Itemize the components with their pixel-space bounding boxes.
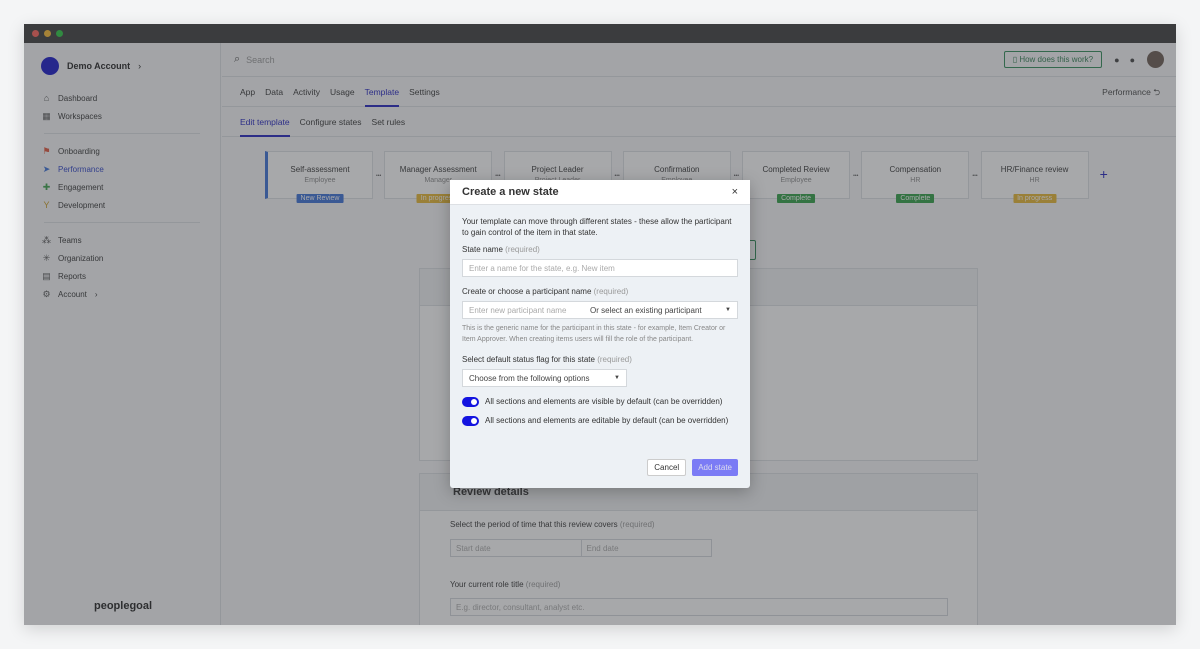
participant-hint: This is the generic name for the partici…: [462, 325, 726, 343]
participant-label: Create or choose a participant name: [462, 287, 592, 296]
required-tag: (required): [505, 245, 540, 254]
status-flag-label: Select default status flag for this stat…: [462, 355, 595, 364]
editable-toggle-label: All sections and elements are editable b…: [485, 416, 729, 425]
status-select-value: Choose from the following options: [469, 373, 590, 383]
state-name-label: State name: [462, 245, 503, 254]
cancel-button[interactable]: Cancel: [647, 459, 687, 476]
visible-toggle[interactable]: [462, 397, 479, 407]
close-icon[interactable]: ×: [732, 186, 738, 198]
participant-select[interactable]: Or select an existing participant: [590, 306, 702, 315]
caret-down-icon: ▼: [614, 375, 620, 381]
required-tag: (required): [597, 355, 632, 364]
dialog-intro: Your template can move through different…: [462, 217, 732, 237]
add-state-button[interactable]: Add state: [692, 459, 738, 476]
dialog-title: Create a new state: [462, 186, 559, 198]
participant-name-input[interactable]: Enter new participant name: [469, 306, 590, 315]
state-name-input[interactable]: Enter a name for the state, e.g. New ite…: [462, 259, 738, 277]
app-window: Demo Account › ⌂ Dashboard ▦ Workspaces ⚑ Onbo…: [24, 24, 1176, 625]
caret-down-icon: ▼: [725, 307, 731, 313]
status-flag-select[interactable]: Choose from the following options ▼: [462, 369, 627, 387]
required-tag: (required): [593, 287, 629, 296]
editable-toggle[interactable]: [462, 416, 479, 426]
create-state-dialog: Create a new state × Your template can mo…: [450, 180, 750, 488]
visible-toggle-label: All sections and elements are visible by…: [485, 397, 723, 406]
